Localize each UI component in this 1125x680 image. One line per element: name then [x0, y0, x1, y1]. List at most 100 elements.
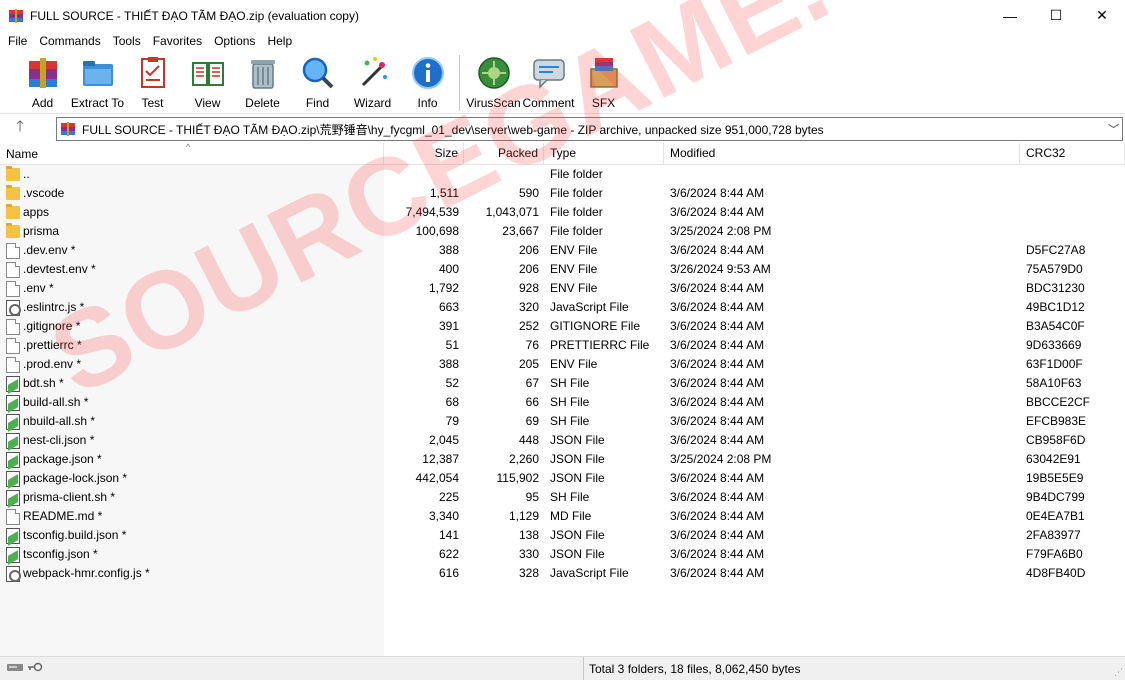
menu-options[interactable]: Options — [208, 31, 261, 51]
table-row[interactable]: .devtest.env * 400 206 ENV File 3/26/2024 9:… — [0, 260, 1125, 279]
extract-to-button[interactable]: Extract To — [70, 51, 125, 111]
close-button[interactable]: ✕ — [1079, 0, 1125, 31]
cell-name: package.json * — [0, 450, 384, 469]
up-arrow-icon[interactable]: 🡑 — [0, 115, 40, 142]
view-label: View — [194, 96, 221, 110]
cell-name: prisma — [0, 222, 384, 241]
find-button[interactable]: Find — [290, 51, 345, 111]
cell-packed: 448 — [518, 433, 539, 447]
cell-packed: 2,260 — [508, 452, 539, 466]
cell-crc32: 63F1D00F — [1026, 357, 1083, 371]
text-file-icon — [6, 375, 20, 392]
chevron-down-icon[interactable]: ﹀ — [1108, 121, 1119, 137]
text-file-icon — [6, 470, 20, 487]
cell-name: .env * — [0, 279, 384, 298]
cell-name: .. — [0, 165, 384, 184]
cell-packed: 206 — [518, 262, 539, 276]
cell-crc32 — [1020, 184, 1125, 203]
test-clipboard-icon — [135, 55, 171, 91]
add-archive-icon — [25, 55, 61, 91]
cell-size: 12,387 — [422, 452, 459, 466]
title-bar: FULL SOURCE - THIẾT ĐẠO TÃM ĐẠO.zip (eva… — [0, 0, 1125, 31]
test-button[interactable]: Test — [125, 51, 180, 111]
view-button[interactable]: View — [180, 51, 235, 111]
cell-type: ENV File — [550, 262, 598, 276]
cell-type: ENV File — [550, 243, 598, 257]
table-row[interactable]: .env * 1,792 928 ENV File 3/6/2024 8:44 AM BD… — [0, 279, 1125, 298]
table-row[interactable]: bdt.sh * 52 67 SH File 3/6/2024 8:44 AM 58A10… — [0, 374, 1125, 393]
file-icon — [6, 356, 20, 373]
maximize-button[interactable]: ☐ — [1033, 0, 1079, 31]
table-row[interactable]: .prod.env * 388 205 ENV File 3/6/2024 8:44 A… — [0, 355, 1125, 374]
virusscan-button[interactable]: VirusScan — [466, 51, 521, 111]
menu-file[interactable]: File — [2, 31, 33, 51]
menu-tools[interactable]: Tools — [107, 31, 147, 51]
archive-icon — [60, 121, 76, 137]
table-row[interactable]: .vscode 1,511 590 File folder 3/6/2024 8:44 … — [0, 184, 1125, 203]
cell-type: JSON File — [550, 452, 605, 466]
text-file-icon — [6, 489, 20, 506]
table-row[interactable]: tsconfig.json * 622 330 JSON File 3/6/2024 8… — [0, 545, 1125, 564]
table-row[interactable]: package.json * 12,387 2,260 JSON File 3/25/2… — [0, 450, 1125, 469]
table-row[interactable]: prisma 100,698 23,667 File folder 3/25/2024 … — [0, 222, 1125, 241]
column-name[interactable]: Name ^ — [0, 142, 384, 165]
trash-icon — [245, 55, 281, 91]
add-button[interactable]: Add — [15, 51, 70, 111]
column-packed[interactable]: Packed — [464, 143, 544, 165]
table-row[interactable]: prisma-client.sh * 225 95 SH File 3/6/2024 8… — [0, 488, 1125, 507]
cell-packed: 206 — [518, 243, 539, 257]
resize-grip[interactable]: ⋰ — [1114, 667, 1123, 678]
minimize-button[interactable]: — — [987, 0, 1033, 31]
delete-button[interactable]: Delete — [235, 51, 290, 111]
table-row[interactable]: .prettierrc * 51 76 PRETTIERRC File 3/6/2024… — [0, 336, 1125, 355]
text-file-icon — [6, 394, 20, 411]
wizard-button[interactable]: Wizard — [345, 51, 400, 111]
cell-packed: 95 — [525, 490, 539, 504]
cell-modified: 3/6/2024 8:44 AM — [670, 300, 765, 314]
table-row[interactable]: nbuild-all.sh * 79 69 SH File 3/6/2024 8:44 … — [0, 412, 1125, 431]
table-row[interactable]: .gitignore * 391 252 GITIGNORE File 3/6/2024… — [0, 317, 1125, 336]
menu-help[interactable]: Help — [261, 31, 298, 51]
cell-crc32: B3A54C0F — [1026, 319, 1085, 333]
cell-packed: 330 — [518, 547, 539, 561]
cell-packed: 69 — [525, 414, 539, 428]
column-modified[interactable]: Modified — [664, 143, 1020, 165]
sfx-label: SFX — [591, 96, 616, 110]
key-icon[interactable] — [27, 661, 43, 676]
drive-icon[interactable] — [6, 661, 24, 676]
cell-name: tsconfig.build.json * — [0, 526, 384, 545]
cell-packed — [464, 165, 544, 184]
table-row[interactable]: nest-cli.json * 2,045 448 JSON File 3/6/2024… — [0, 431, 1125, 450]
column-crc32[interactable]: CRC32 — [1020, 143, 1125, 165]
column-type[interactable]: Type — [544, 143, 664, 165]
cell-modified: 3/6/2024 8:44 AM — [670, 509, 765, 523]
cell-modified: 3/6/2024 8:44 AM — [670, 471, 765, 485]
table-row[interactable]: build-all.sh * 68 66 SH File 3/6/2024 8:44 A… — [0, 393, 1125, 412]
file-name: README.md * — [23, 509, 103, 523]
info-button[interactable]: Info — [400, 51, 455, 111]
sfx-box-icon — [586, 55, 622, 91]
column-size[interactable]: Size — [384, 143, 464, 165]
table-row[interactable]: .. File folder — [0, 165, 1125, 184]
cell-packed: 590 — [518, 186, 539, 200]
virusscan-label: VirusScan — [466, 96, 521, 110]
cell-modified: 3/26/2024 9:53 AM — [670, 262, 771, 276]
sfx-button[interactable]: SFX — [576, 51, 631, 111]
menu-favorites[interactable]: Favorites — [147, 31, 208, 51]
cell-packed: 67 — [525, 376, 539, 390]
file-name: webpack-hmr.config.js * — [23, 566, 150, 580]
table-row[interactable]: .eslintrc.js * 663 320 JavaScript File 3/6/2… — [0, 298, 1125, 317]
cell-packed: 23,667 — [502, 224, 539, 238]
table-row[interactable]: apps 7,494,539 1,043,071 File folder 3/6/202… — [0, 203, 1125, 222]
path-dropdown[interactable]: FULL SOURCE - THIẾT ĐẠO TÃM ĐẠO.zip\荒野锤音… — [56, 117, 1123, 141]
table-row[interactable]: .dev.env * 388 206 ENV File 3/6/2024 8:44 AM… — [0, 241, 1125, 260]
table-row[interactable]: tsconfig.build.json * 141 138 JSON File 3/6/… — [0, 526, 1125, 545]
comment-button[interactable]: Comment — [521, 51, 576, 111]
menu-commands[interactable]: Commands — [33, 31, 106, 51]
table-row[interactable]: package-lock.json * 442,054 115,902 JSON Fi… — [0, 469, 1125, 488]
text-file-icon — [6, 451, 20, 468]
table-row[interactable]: README.md * 3,340 1,129 MD File 3/6/2024 8:4… — [0, 507, 1125, 526]
table-row[interactable]: webpack-hmr.config.js * 616 328 JavaScript … — [0, 564, 1125, 583]
file-name: apps — [23, 205, 50, 219]
cell-size — [384, 165, 464, 184]
